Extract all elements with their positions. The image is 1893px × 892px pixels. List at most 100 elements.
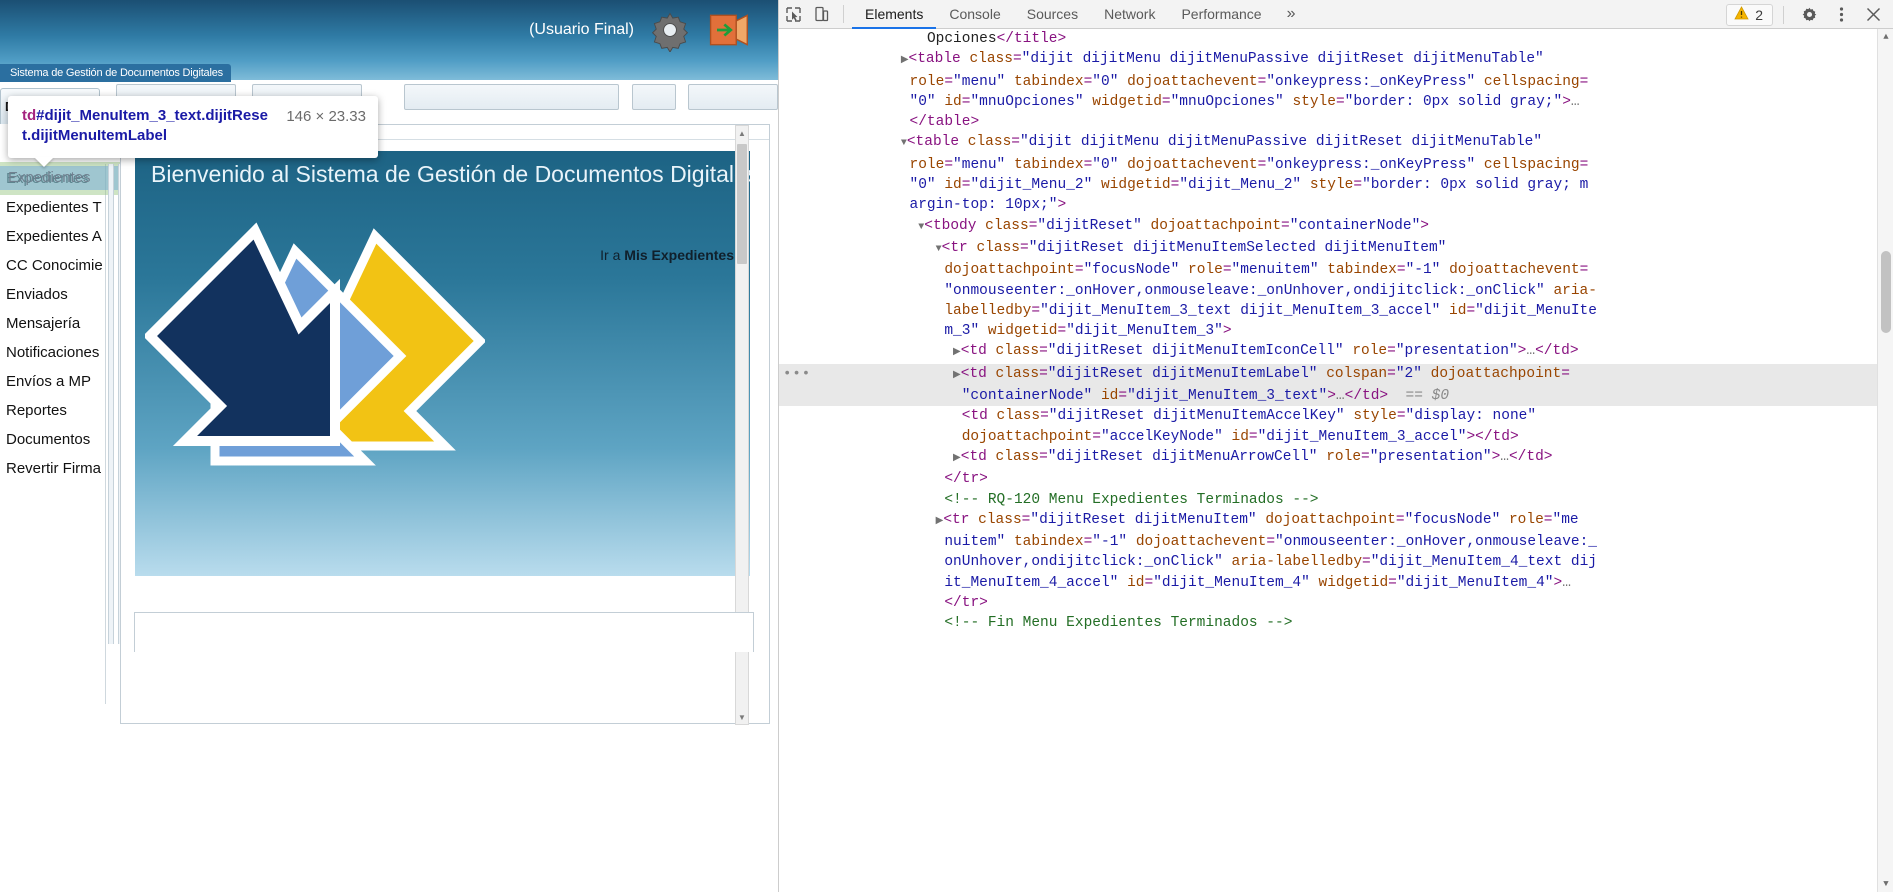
nav-item-1[interactable]: Expedientes T [0,193,105,222]
kebab-menu-icon[interactable] [1826,2,1856,28]
dom-code-line[interactable]: m_3" widgetid="dijit_MenuItem_3"> [779,321,1877,341]
code-token: tabindex [1013,156,1084,173]
toolbar-icon-button-2[interactable] [688,84,778,110]
chevron-right-icon[interactable]: ▶ [953,347,961,358]
tab-network[interactable]: Network [1091,0,1168,29]
inspect-element-icon[interactable] [779,1,807,27]
nav-item-10[interactable]: Revertir Firma [0,454,105,483]
dom-code-line[interactable]: argin-top: 10px;"> [779,195,1877,215]
nav-item-8[interactable]: Reportes [0,396,105,425]
line-overflow-dots[interactable]: ••• [783,364,811,384]
nav-item-4[interactable]: Enviados [0,280,105,309]
code-token: "accelKeyNode" [1100,428,1223,445]
code-token: role [909,156,945,173]
code-token: = [1083,156,1093,173]
nav-item-9[interactable]: Documentos [0,425,105,454]
code-token: class [995,365,1040,382]
dom-code-line[interactable]: "onmouseenter:_onHover,onmouseleave:_onU… [779,281,1877,301]
toolbar-field-1[interactable] [404,84,619,110]
scroll-up-arrow[interactable]: ▲ [736,126,748,140]
code-no-toggle [901,197,910,213]
devtools-scroll-down-arrow[interactable]: ▼ [1878,876,1893,892]
code-token: = [1040,408,1049,425]
chevron-right-icon[interactable]: ▶ [901,55,909,66]
toolbar-divider [843,5,844,23]
dom-code-line[interactable]: ▶<td class="dijitReset dijitMenuItemIcon… [779,341,1877,363]
dom-code-line[interactable]: Opciones</title> [779,29,1877,49]
close-icon[interactable] [1858,2,1888,28]
elements-dom-tree[interactable]: Opciones</title> ▶<table class="dijit di… [779,29,1877,892]
exit-icon[interactable] [706,8,750,52]
devtools-vertical-scrollbar[interactable]: ▲ ▼ [1877,29,1893,892]
code-token: = [1561,365,1570,382]
dom-code-line[interactable]: </tr> [779,593,1877,613]
code-token: = [1161,93,1171,110]
dom-code-line[interactable]: ▶<td class="dijitReset dijitMenuArrowCel… [779,447,1877,469]
dom-code-line[interactable]: role="menu" tabindex="0" dojoattachevent… [779,155,1877,175]
dom-code-line[interactable]: onUnhover,ondijitclick:_onClick" aria-la… [779,552,1877,572]
devtools-scroll-up-arrow[interactable]: ▲ [1878,29,1893,45]
dom-code-line[interactable]: ▼<tbody class="dijitReset" dojoattachpoi… [779,216,1877,238]
nav-item-5[interactable]: Mensajería [0,309,105,338]
dom-code-line[interactable]: dojoattachpoint="focusNode" role="menuit… [779,260,1877,280]
scroll-rail-left[interactable] [108,164,114,644]
nav-item-7[interactable]: Envíos a MP [0,367,105,396]
chevron-right-icon[interactable]: ▶ [953,453,961,464]
dom-code-line[interactable]: dojoattachpoint="accelKeyNode" id="dijit… [779,427,1877,447]
dom-code-line[interactable]: ▼<table class="dijit dijitMenu dijitMenu… [779,132,1877,154]
code-token: dojoattachpoint [1430,365,1562,382]
dom-code-line[interactable]: labelledby="dijit_MenuItem_3_text dijit_… [779,301,1877,321]
more-tabs-icon[interactable]: » [1275,5,1308,23]
scrollbar-thumb[interactable] [737,144,747,264]
code-token: … [1335,388,1345,405]
dom-code-line[interactable]: ▶<table class="dijit dijitMenu dijitMenu… [779,49,1877,71]
code-token: class [995,343,1040,360]
tab-sources[interactable]: Sources [1014,0,1091,29]
code-token: = [1039,343,1048,360]
dom-code-line[interactable]: <td class="dijitReset dijitMenuItemAccel… [779,406,1877,426]
scroll-down-arrow[interactable]: ▼ [736,710,748,724]
dom-code-line[interactable]: ••• ▶<td class="dijitReset dijitMenuItem… [779,363,1877,387]
toolbar-icon-button-1[interactable] [632,84,676,110]
dom-code-line[interactable]: <!-- Fin Menu Expedientes Terminados --> [779,613,1877,633]
code-token: … [1562,574,1571,591]
dom-code-line[interactable]: </table> [779,112,1877,132]
tab-console[interactable]: Console [936,0,1013,29]
dom-code-line[interactable]: <!-- RQ-120 Menu Expedientes Terminados … [779,490,1877,510]
dom-code-line[interactable]: "0" id="mnuOpciones" widgetid="mnuOpcion… [779,92,1877,112]
code-no-toggle [918,31,927,47]
dom-code-line[interactable]: it_MenuItem_4_accel" id="dijit_MenuItem_… [779,573,1877,593]
code-token: class [995,448,1040,465]
device-toolbar-icon[interactable] [807,1,835,27]
dom-code-line[interactable]: ▼<tr class="dijitReset dijitMenuItemSele… [779,238,1877,260]
nav-item-3[interactable]: CC Conocimie [0,251,105,280]
gear-icon[interactable] [1794,2,1824,28]
devtools-panel: Elements Console Sources Network Perform… [778,0,1893,892]
code-token: = [1248,428,1258,445]
go-to-my-files-link[interactable]: Ir a Mis Expedientes [600,247,734,263]
dom-code-line[interactable]: nuitem" tabindex="-1" dojoattachevent="o… [779,532,1877,552]
dom-code-line[interactable]: ▶<tr class="dijitReset dijitMenuItem" do… [779,510,1877,532]
dom-code-line[interactable]: role="menu" tabindex="0" dojoattachevent… [779,72,1877,92]
devtools-scrollbar-thumb[interactable] [1881,251,1891,333]
nav-item-2[interactable]: Expedientes A [0,222,105,251]
dom-code-line[interactable]: </tr> [779,469,1877,489]
chevron-right-icon[interactable]: ▶ [953,370,961,381]
inspector-id-and-class-1: #dijit_MenuItem_3_text.dijitRes [36,107,260,124]
dom-code-line[interactable]: "containerNode" id="dijit_MenuItem_3_tex… [779,386,1877,407]
warning-count-chip[interactable]: 2 [1726,3,1773,26]
code-token: = [1362,554,1371,571]
code-token: = [1335,93,1345,110]
nav-item-6[interactable]: Notificaciones [0,338,105,367]
code-token: tr [952,511,970,528]
code-token: "0" [909,177,936,194]
dom-code-line[interactable]: "0" id="dijit_Menu_2" widgetid="dijit_Me… [779,175,1877,195]
tab-performance[interactable]: Performance [1168,0,1274,29]
code-token: onUnhover,ondijitclick:_onClick" [944,554,1223,571]
inspector-selector-text: td#dijit_MenuItem_3_text.dijitReset.diji… [22,106,276,146]
gear-icon[interactable] [648,8,692,52]
tab-elements[interactable]: Elements [852,0,936,29]
code-token: = [1083,73,1093,90]
